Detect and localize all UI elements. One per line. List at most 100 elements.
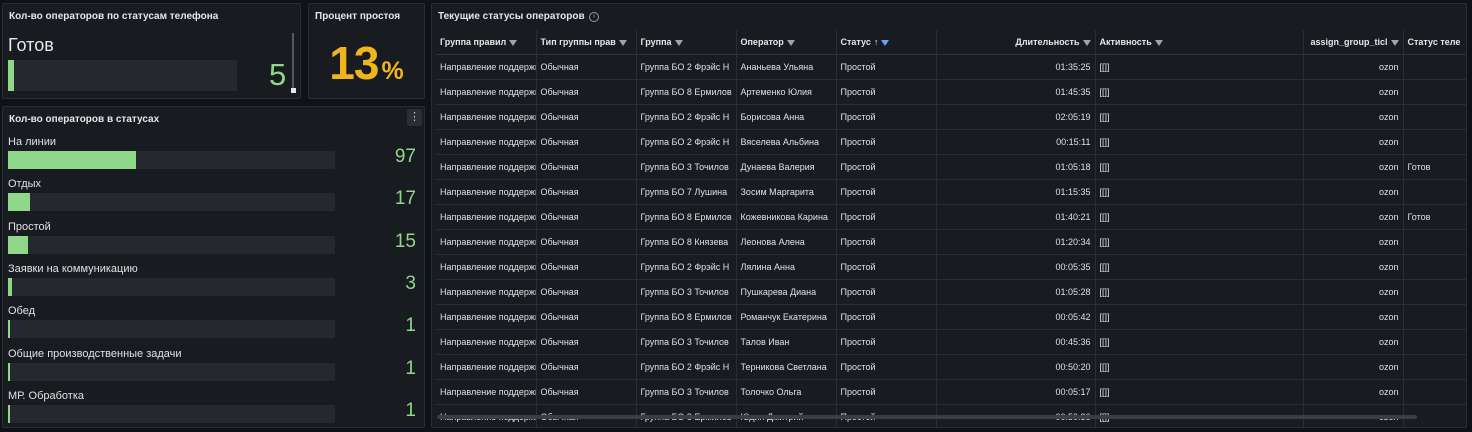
column-header[interactable]: Оператор [736, 30, 837, 55]
column-header-label: Оператор [740, 37, 784, 47]
column-header[interactable]: Группа [636, 30, 737, 55]
table-cell: Направление поддержки [436, 229, 537, 255]
table-row[interactable]: Направление поддержкиОбычнаяГруппа БО 8 … [436, 304, 1466, 330]
column-header[interactable]: Статус ↑ [836, 30, 937, 55]
table-cell: 01:40:21 [936, 204, 1096, 230]
table-cell: Простой [836, 279, 937, 305]
table-cell [1403, 79, 1466, 105]
table-row[interactable]: Направление поддержки Обычная Группа БО 2 … [436, 254, 1466, 280]
table-cell: Обычная [536, 254, 637, 280]
sort-ascending-icon[interactable]: ↑ [874, 37, 879, 47]
table-row[interactable]: Направление поддержки Обычная Группа БО 3 … [436, 279, 1466, 305]
table-cell: 01:20:34 [936, 229, 1096, 255]
horizontal-scrollbar[interactable] [437, 415, 1417, 419]
table-cell: 00:15:11 [936, 129, 1096, 155]
status-bar-track [8, 404, 335, 423]
filter-icon[interactable] [786, 39, 795, 46]
column-header[interactable]: Длительность [936, 30, 1096, 55]
table-row[interactable]: Направление поддержкиОбычнаяГруппа БО 8 … [436, 204, 1466, 230]
kebab-menu-icon[interactable]: ⋮ [407, 109, 422, 126]
table-row[interactable]: Направление поддержки Обычная Группа БО 2 … [436, 129, 1466, 155]
table-row[interactable]: Направление поддержки Обычная Группа БО 3 … [436, 379, 1466, 405]
table-cell: Простой [836, 304, 937, 330]
table-cell: [[]] [1095, 279, 1304, 305]
info-icon[interactable]: i [589, 12, 599, 22]
table-cell: Обычная [536, 229, 637, 255]
table-row[interactable]: Направление поддержки Обычная Группа БО 2 … [436, 104, 1466, 130]
table-row[interactable]: Направление поддержки Обычная Группа БО 7 … [436, 179, 1466, 205]
column-header[interactable]: Активность [1095, 30, 1304, 55]
table-cell [1403, 104, 1466, 130]
table-cell: Направление поддержки [436, 179, 537, 205]
table-row[interactable]: Направление поддержкиОбычнаяГруппа БО 8 … [436, 229, 1466, 255]
column-header[interactable]: assign_group_ticl [1303, 30, 1404, 55]
filter-icon[interactable] [618, 39, 627, 46]
panel-title: Процент простоя [315, 11, 401, 22]
table-cell: Направление поддержки [436, 104, 537, 130]
table-cell: ozon [1303, 104, 1404, 130]
table-row[interactable]: Направление поддержки Обычная Группа БО 2 … [436, 54, 1466, 80]
table-header-row: Группа правил Тип группы прав Группа Операт… [436, 30, 1466, 55]
phone-status-panel: Кол-во операторов по статусам телефона Г… [2, 3, 301, 99]
filter-icon[interactable] [1390, 39, 1399, 46]
table-cell: ozon [1303, 279, 1404, 305]
status-bar-label: Общие производственные задачи [8, 347, 182, 360]
column-header[interactable]: Тип группы прав [536, 30, 637, 55]
table-cell: Леонова Алена [736, 229, 837, 255]
table-cell: Простой [836, 354, 937, 380]
table-cell: 01:15:35 [936, 179, 1096, 205]
table-cell: Простой [836, 204, 937, 230]
filter-icon[interactable] [674, 39, 683, 46]
filter-icon[interactable] [881, 39, 890, 46]
table-cell: 01:35:25 [936, 54, 1096, 80]
table-row[interactable]: Направление поддержки Обычная Группа БО 3 … [436, 154, 1466, 180]
table-cell: ozon [1303, 329, 1404, 355]
status-bar-track [8, 320, 335, 339]
table-cell: Простой [836, 179, 937, 205]
column-header-label: Активность [1099, 37, 1152, 47]
table-cell: Простой [836, 154, 937, 180]
filter-icon[interactable] [1154, 39, 1163, 46]
status-bar-row: На линии 97 [8, 136, 418, 176]
column-header-label: Тип группы прав [540, 37, 616, 47]
vertical-scrollbar[interactable] [292, 33, 294, 93]
table-cell: Артеменко Юлия [736, 79, 837, 105]
table-cell: Простой [836, 129, 937, 155]
idle-percent-value: 13 [329, 37, 379, 89]
table-cell: Группа БО 2 Фрэйс Н [636, 129, 737, 155]
table-cell: Обычная [536, 129, 637, 155]
table-cell: Простой [836, 329, 937, 355]
resize-handle[interactable] [291, 88, 296, 93]
table-cell: ozon [1303, 229, 1404, 255]
table-cell: Простой [836, 229, 937, 255]
phone-status-bar [8, 60, 237, 91]
table-cell [1403, 254, 1466, 280]
table-row[interactable]: Направление поддержкиОбычнаяГруппа БО 8 … [436, 79, 1466, 105]
table-cell: Обычная [536, 79, 637, 105]
table-cell: [[]] [1095, 254, 1304, 280]
table-cell: Обычная [536, 179, 637, 205]
filter-icon[interactable] [509, 39, 518, 46]
table-cell: Борисова Анна [736, 104, 837, 130]
table-cell [1403, 229, 1466, 255]
table-cell: Терникова Светлана [736, 354, 837, 380]
table-row[interactable]: Направление поддержки Обычная Группа БО 2 … [436, 354, 1466, 380]
status-bar-fill [8, 277, 12, 296]
table-cell: Группа БО 2 Фрэйс Н [636, 254, 737, 280]
table-cell: Группа БО 8 Ермилов [636, 204, 737, 230]
phone-status-label: Готов [8, 35, 54, 55]
table-cell: Кожевникова Карина [736, 204, 837, 230]
table-cell: Направление поддержки [436, 279, 537, 305]
table-cell: Обычная [536, 54, 637, 80]
status-bar-value: 97 [394, 146, 416, 167]
column-header[interactable]: Группа правил [436, 30, 537, 55]
table-cell [1403, 354, 1466, 380]
filter-icon[interactable] [1082, 39, 1091, 46]
panel-title: Кол-во операторов по статусам телефона [9, 11, 219, 22]
status-bar-row: Простой 15 [8, 221, 418, 261]
table-cell: Ананьева Ульяна [736, 54, 837, 80]
table-cell: Обычная [536, 204, 637, 230]
status-bar-fill [8, 151, 136, 169]
table-row[interactable]: Направление поддержки Обычная Группа БО 3 … [436, 329, 1466, 355]
column-header[interactable]: Статус теле [1403, 30, 1466, 55]
